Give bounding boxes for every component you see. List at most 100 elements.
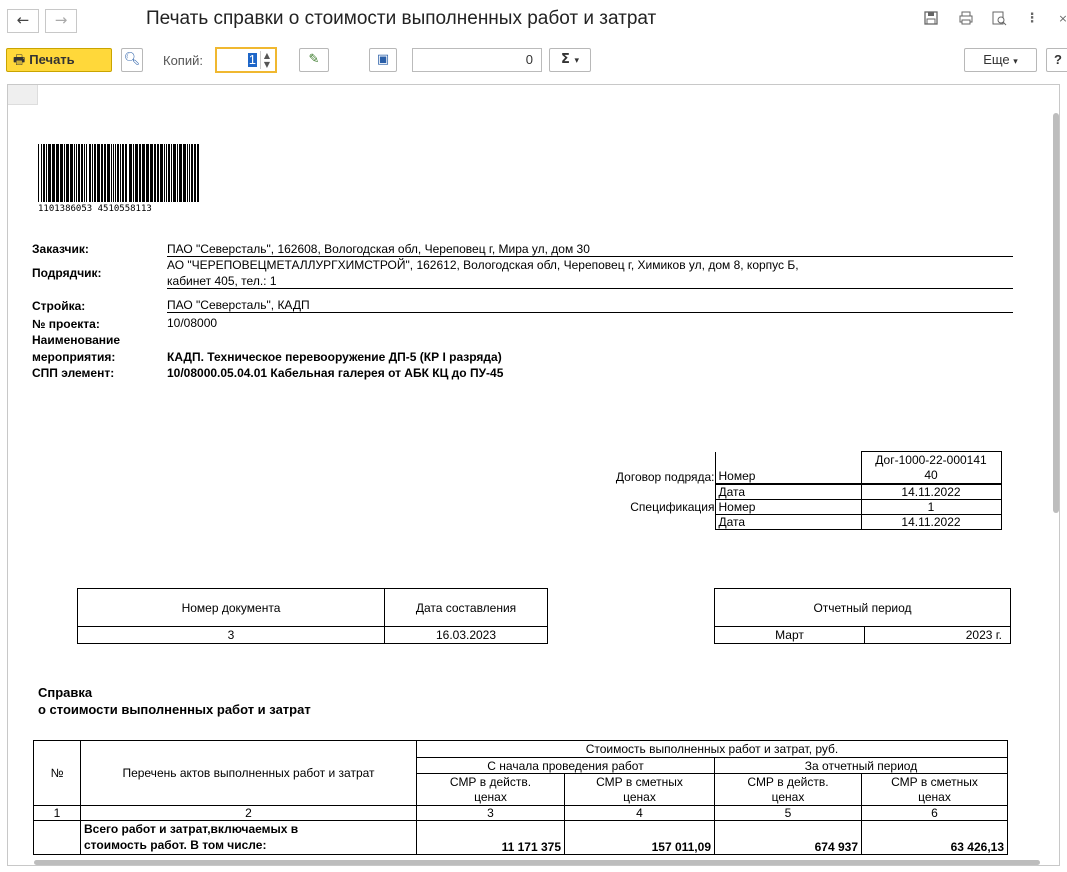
spec-date-label: Дата [714,513,862,530]
period-month: Март [714,626,865,644]
close-icon[interactable]: × [1054,10,1067,28]
barcode-bar [66,144,69,202]
barcode-bar [52,144,55,202]
col6-header: СМР в сметных ценах [861,773,1008,806]
forward-button[interactable]: → [45,9,77,33]
barcode-bar [92,144,93,202]
magnifier-icon: 🔍︎ [123,52,141,67]
print-button[interactable]: 🖶 Печать [6,48,112,72]
cost-table: № Перечень актов выполненных работ и зат… [33,740,1008,855]
barcode-bar [94,144,96,202]
copies-input[interactable]: 1 ▲ ▼ [215,47,277,73]
col-list-header: Перечень актов выполненных работ и затра… [80,740,417,806]
spec-label: Спецификация [630,499,715,514]
barcode-bar [70,144,73,202]
barcode-bar [177,144,178,202]
sum-button[interactable]: Σ ▾ [549,48,591,72]
barcode-bar [89,144,91,202]
project-label: № проекта: [32,317,100,331]
row-total-col6: 63 426,13 [861,820,1008,855]
col5-header: СМР в действ. ценах [714,773,862,806]
barcode-bar [107,144,110,202]
barcode-bar [86,144,87,202]
customer-value: ПАО "Северсталь", 162608, Вологодская об… [167,242,1013,257]
document-viewer[interactable]: 1101386053 4510558113 Заказчик: ПАО "Сев… [7,84,1060,866]
printer-icon: 🖶 [13,53,26,68]
barcode-bar [120,144,121,202]
floppy-icon: ▣ [376,52,390,67]
contract-date-value: 14.11.2022 [860,483,1002,500]
colnum-2: 2 [80,805,417,821]
copies-spinner[interactable]: ▲ ▼ [260,51,273,69]
barcode-bar [46,144,47,202]
row-total-col5: 674 937 [714,820,862,855]
edit-icon: ✎ [308,52,320,67]
barcode-bar [76,144,77,202]
period-header: Отчетный период [714,588,1011,627]
contractor-label: Подрядчик: [32,266,102,280]
window-title: Печать справки о стоимости выполненных р… [146,8,657,29]
contract-number-line1: Дог-1000-22-000141 [875,452,987,467]
barcode-bar [197,144,199,202]
barcode-bar [157,144,159,202]
col3-header: СМР в действ. ценах [416,773,565,806]
sum-field[interactable]: 0 [412,48,542,72]
col4-header: СМР в сметных ценах [564,773,715,806]
back-button[interactable]: ← [7,9,39,33]
barcode-bar [166,144,167,202]
vertical-scrollbar[interactable] [1053,113,1059,513]
barcode-bar [189,144,190,202]
print-button-label: Печать [29,52,75,67]
toolbar: 🖶 Печать 🔍︎ Копий: 1 ▲ ▼ ✎ ▣ 0 Σ ▾ Еще ▾ ? [0,40,1067,80]
contract-table-rows: Договор подряда: Номер Дата 14.11.2022 С… [588,469,1002,530]
barcode-bar [111,144,112,202]
preview-icon[interactable] [990,10,1008,28]
copies-value: 1 [247,52,257,67]
row-total-col4: 157 011,09 [564,820,715,855]
help-button[interactable]: ? [1046,48,1067,72]
copies-label: Копий: [163,53,203,68]
save-file-button[interactable]: ▣ [369,48,397,72]
spp-label: СПП элемент: [32,366,115,380]
row-total-col3: 11 171 375 [416,820,565,855]
sigma-icon: Σ [561,52,570,67]
contract-date-label: Дата [714,483,862,500]
barcode-bar [194,144,196,202]
contractor-value-line2: кабинет 405, тел.: 1 [167,274,1013,289]
barcode-bar [113,144,114,202]
barcode-bar [84,144,85,202]
barcode-bar [146,144,149,202]
spec-number-value: 1 [860,498,1002,515]
barcode-bar [142,144,145,202]
horizontal-scrollbar[interactable] [34,860,1040,865]
barcode-bar [160,144,163,202]
barcode-bar [171,144,172,202]
preview-button[interactable]: 🔍︎ [121,48,143,72]
barcode-bar [81,144,83,202]
more-button[interactable]: Еще ▾ [964,48,1037,72]
row-total-line2: стоимость работ. В том числе: [84,838,267,852]
event-label-line1: Наименование [32,333,121,347]
spec-date-value: 14.11.2022 [860,513,1002,530]
save-icon[interactable] [922,10,940,28]
barcode-bar [101,144,103,202]
site-value: ПАО "Северсталь", КАДП [167,298,1013,313]
docdate-value: 16.03.2023 [384,626,548,644]
colnum-6: 6 [861,805,1008,821]
barcode-bar [183,144,186,202]
barcode-bar [122,144,124,202]
event-value: КАДП. Техническое перевооружение ДП-5 (К… [167,350,502,364]
sheet-corner [8,85,38,105]
barcode-bar [129,144,132,202]
colnum-4: 4 [564,805,715,821]
barcode-number: 1101386053 4510558113 [38,204,152,214]
contract-number-label: Номер [714,469,862,484]
from-start-header: С начала проведения работ [416,757,715,774]
print-icon[interactable] [957,10,975,28]
barcode-bar [48,144,51,202]
more-vert-icon[interactable]: ⋮ [1023,10,1041,28]
edit-button[interactable]: ✎ [299,48,329,72]
barcode-bar [179,144,182,202]
heading-line1: Справка [38,685,93,700]
barcode-bar [38,144,39,202]
